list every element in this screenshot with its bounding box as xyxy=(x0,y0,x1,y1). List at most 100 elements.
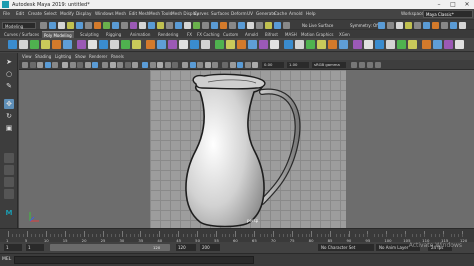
shelf-tool-icon[interactable] xyxy=(52,40,61,49)
shelf-tool-icon[interactable] xyxy=(248,40,257,49)
status-tool-icon[interactable] xyxy=(40,22,47,29)
status-tool-icon[interactable] xyxy=(67,22,74,29)
shelf-tool-icon[interactable] xyxy=(422,40,431,49)
panel-toolbar-icon[interactable] xyxy=(44,62,51,68)
status-tool-icon[interactable] xyxy=(220,22,227,29)
shelf-tool-icon[interactable] xyxy=(328,40,337,49)
shelf-tool-icon[interactable] xyxy=(88,40,97,49)
menu-help[interactable]: Help xyxy=(306,11,316,16)
shelf-tab-mash[interactable]: MASH xyxy=(283,31,299,38)
panel-toolbar-icon[interactable] xyxy=(351,62,357,68)
shelf-tool-icon[interactable] xyxy=(99,40,108,49)
symmetry-label[interactable]: Symmetry: Off xyxy=(350,23,379,28)
lasso-tool-icon[interactable]: ○ xyxy=(4,69,14,79)
shelf-tool-icon[interactable] xyxy=(30,40,39,49)
viewport[interactable]: persp xyxy=(19,70,474,228)
render-tool-icon[interactable] xyxy=(414,22,421,29)
shelf-tab-curves-surfaces[interactable]: Curves / Surfaces xyxy=(2,31,41,38)
side-layout-icon[interactable] xyxy=(4,177,14,187)
panel-menu-renderer[interactable]: Renderer xyxy=(89,54,107,59)
panel-toolbar-icon[interactable] xyxy=(62,62,68,68)
status-tool-icon[interactable] xyxy=(184,22,191,29)
menu-create[interactable]: Create xyxy=(28,11,42,16)
start-time-field[interactable]: 1 xyxy=(4,244,22,251)
status-tool-icon[interactable] xyxy=(265,22,272,29)
status-tool-icon[interactable] xyxy=(238,22,245,29)
shelf-tool-icon[interactable] xyxy=(110,40,119,49)
shelf-tool-icon[interactable] xyxy=(295,40,304,49)
scale-tool-icon[interactable]: ▣ xyxy=(4,123,14,133)
shelf-tool-icon[interactable] xyxy=(433,40,442,49)
panel-toolbar-icon[interactable] xyxy=(117,62,123,68)
shelf-tab-custom[interactable]: Custom xyxy=(221,31,240,38)
shelf-tab-rigging[interactable]: Rigging xyxy=(104,31,123,38)
playback-range-slider[interactable]: 120 xyxy=(50,244,170,251)
maximize-button[interactable]: □ xyxy=(446,0,460,9)
character-set-select[interactable]: No Character Set xyxy=(318,244,374,251)
shelf-tool-icon[interactable] xyxy=(121,40,130,49)
menu-mesh-tools[interactable]: Mesh Tools xyxy=(149,11,172,16)
status-tool-icon[interactable] xyxy=(130,22,137,29)
status-tool-icon[interactable] xyxy=(58,22,65,29)
shelf-tool-icon[interactable] xyxy=(386,40,395,49)
panel-toolbar-icon[interactable] xyxy=(375,62,381,68)
panel-toolbar-icon[interactable] xyxy=(252,62,258,68)
status-tool-icon[interactable] xyxy=(274,22,281,29)
menu-mesh[interactable]: Mesh xyxy=(115,11,126,16)
menu-display[interactable]: Display xyxy=(76,11,91,16)
panel-toolbar-icon[interactable] xyxy=(157,62,163,68)
outliner-layout-icon[interactable] xyxy=(4,189,14,199)
shelf-tool-icon[interactable] xyxy=(168,40,177,49)
shelf-tab-rendering[interactable]: Rendering xyxy=(156,31,180,38)
rotate-tool-icon[interactable]: ↻ xyxy=(4,111,14,121)
render-tool-icon[interactable] xyxy=(423,22,430,29)
status-tool-icon[interactable] xyxy=(247,22,254,29)
shelf-tab-animation[interactable]: Animation xyxy=(128,31,152,38)
panel-toolbar-icon[interactable] xyxy=(109,62,116,68)
panel-toolbar-icon[interactable] xyxy=(172,62,178,68)
menu-set-select[interactable]: Modeling xyxy=(2,22,36,29)
panel-menu-show[interactable]: Show xyxy=(75,54,86,59)
menu-select[interactable]: Select xyxy=(44,11,57,16)
shelf-tool-icon[interactable] xyxy=(397,40,406,49)
workspace-select[interactable]: Maya Classic* xyxy=(423,10,473,18)
shelf-tool-icon[interactable] xyxy=(8,40,17,49)
panel-toolbar-icon[interactable] xyxy=(84,62,91,68)
shelf-tool-icon[interactable] xyxy=(306,40,315,49)
status-tool-icon[interactable] xyxy=(121,22,128,29)
shelf-tool-icon[interactable] xyxy=(364,40,373,49)
shelf-tool-icon[interactable] xyxy=(444,40,453,49)
shelf-tool-icon[interactable] xyxy=(157,40,166,49)
colorspace-select[interactable]: sRGB gamma xyxy=(312,62,346,68)
render-tool-icon[interactable] xyxy=(387,22,394,29)
shelf-tab-motion-graphics[interactable]: Motion Graphics xyxy=(299,31,336,38)
status-tool-icon[interactable] xyxy=(103,22,110,29)
status-tool-icon[interactable] xyxy=(166,22,173,29)
menu-edit[interactable]: Edit xyxy=(16,11,24,16)
panel-toolbar-icon[interactable] xyxy=(204,62,211,68)
gamma-field[interactable]: 1.00 xyxy=(287,62,309,68)
panel-menu-shading[interactable]: Shading xyxy=(35,54,51,59)
command-input[interactable] xyxy=(14,256,254,264)
shelf-tool-icon[interactable] xyxy=(215,40,224,49)
playback-start-field[interactable]: 1 xyxy=(26,244,44,251)
panel-toolbar-icon[interactable] xyxy=(197,62,203,68)
menu-surfaces[interactable]: Surfaces xyxy=(211,11,229,16)
shelf-tool-icon[interactable] xyxy=(19,40,28,49)
menu-modify[interactable]: Modify xyxy=(60,11,74,16)
menu-windows[interactable]: Windows xyxy=(95,11,114,16)
shelf-tab-fx[interactable]: FX xyxy=(185,31,194,38)
shelf-tool-icon[interactable] xyxy=(146,40,155,49)
move-tool-icon[interactable]: ✥ xyxy=(4,99,14,109)
status-tool-icon[interactable] xyxy=(112,22,119,29)
panel-toolbar-icon[interactable] xyxy=(367,62,373,68)
panel-toolbar-icon[interactable] xyxy=(149,62,156,68)
status-tool-icon[interactable] xyxy=(76,22,83,29)
status-tool-icon[interactable] xyxy=(49,22,56,29)
render-tool-icon[interactable] xyxy=(396,22,403,29)
menu-cache[interactable]: Cache xyxy=(274,11,287,16)
render-tool-icon[interactable] xyxy=(378,22,385,29)
panel-toolbar-icon[interactable] xyxy=(164,62,171,68)
select-tool-icon[interactable]: ➤ xyxy=(4,57,14,67)
close-button[interactable]: ✕ xyxy=(460,0,474,9)
